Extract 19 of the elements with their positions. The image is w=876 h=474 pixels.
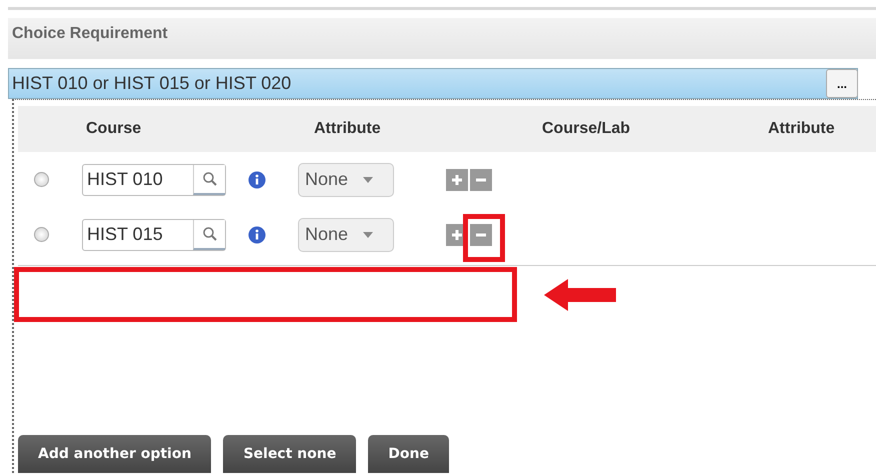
action-button[interactable]: Add another option xyxy=(18,435,212,473)
requirement-value: HIST 010 or HIST 015 or HIST 020 xyxy=(11,73,292,94)
attribute-value: None xyxy=(305,169,348,190)
section-title: Choice Requirement xyxy=(11,24,168,42)
attribute-value: None xyxy=(305,224,348,245)
course-field[interactable]: HIST 010 xyxy=(82,164,226,196)
column-header: Course xyxy=(86,120,142,138)
attribute-dropdown[interactable]: None xyxy=(298,162,394,196)
course-value: HIST 015 xyxy=(86,224,164,245)
requirement-field[interactable]: HIST 010 or HIST 015 or HIST 020 ... xyxy=(8,68,858,99)
column-header: Course/Lab xyxy=(542,120,630,138)
more-button[interactable]: ... xyxy=(826,69,858,98)
course-value: HIST 010 xyxy=(86,169,164,190)
course-field[interactable]: HIST 015 xyxy=(82,218,226,250)
attribute-dropdown[interactable]: None xyxy=(298,218,394,252)
action-button[interactable]: Done xyxy=(368,435,449,473)
column-header: Attribute xyxy=(314,120,381,138)
action-button[interactable]: Select none xyxy=(223,435,356,473)
column-header: Attribute xyxy=(768,120,835,138)
